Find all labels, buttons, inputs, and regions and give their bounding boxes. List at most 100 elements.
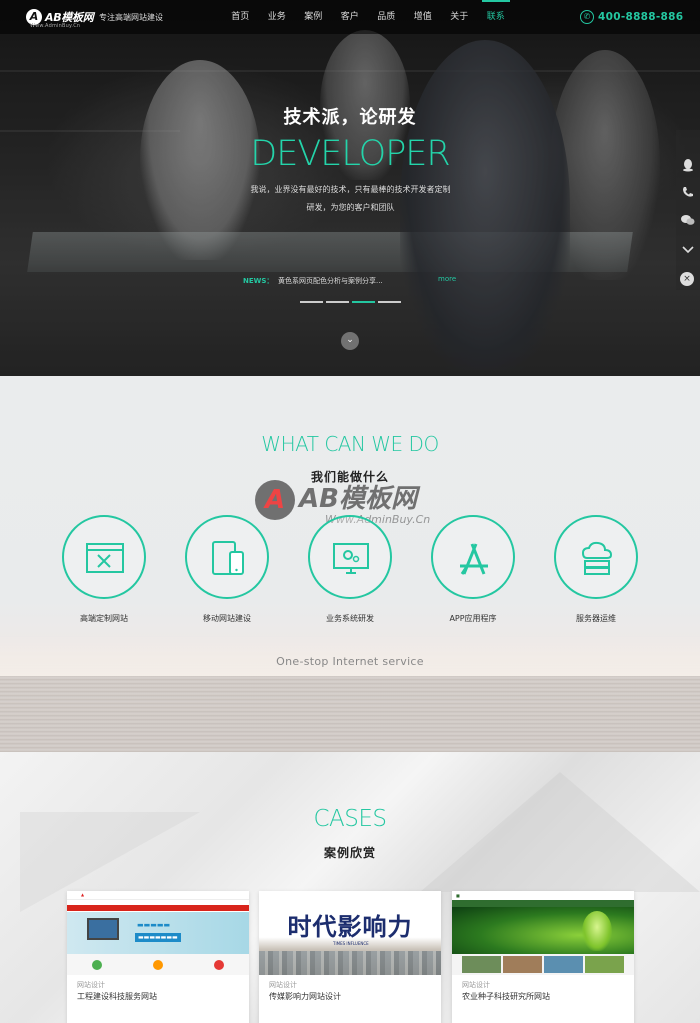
- qq-icon[interactable]: [679, 158, 697, 176]
- thumb-monitor-graphic: [87, 918, 119, 940]
- slider-dot-active[interactable]: [352, 301, 375, 303]
- thumb-city-graphic: [259, 951, 441, 975]
- top-navigation: A AB模板网 Www.AdminBuy.Cn 专注高端网站建设 首页 业务 案…: [0, 0, 700, 34]
- service-item[interactable]: 移动网站建设: [183, 515, 273, 635]
- web-design-icon: [86, 543, 124, 573]
- main-menu: 首页 业务 案例 客户 品质 增值 关于 联系: [222, 0, 514, 34]
- thumb-header: [452, 891, 634, 900]
- thumb-banner: [452, 907, 634, 954]
- service-circle: [431, 515, 515, 599]
- thumb-brand-mark: ▲: [81, 892, 85, 897]
- case-thumbnail: 时代影响力 TIMES INFLUENCE: [259, 891, 441, 975]
- case-category: 网站设计: [77, 981, 105, 989]
- service-item[interactable]: 业务系统研发: [306, 515, 396, 635]
- horizon-background: [0, 636, 700, 752]
- case-title: 工程建设科技服务网站: [77, 992, 157, 1001]
- service-item[interactable]: APP应用程序: [429, 515, 519, 635]
- service-circle: [185, 515, 269, 599]
- services-section: WHAT CAN WE DO 我们能做什么 A AB模板网 Www.AdminB…: [0, 376, 700, 752]
- thumb-subheadline: TIMES INFLUENCE: [333, 941, 369, 946]
- services-title-en: WHAT CAN WE DO: [261, 432, 439, 456]
- cases-section: CASES 案例欣赏 ▲ ▬▬▬▬▬ ▬▬▬▬▬▬▬ 网站设计 工程建设科技服务…: [0, 752, 700, 1023]
- slider-dot[interactable]: [300, 301, 323, 303]
- phone-icon[interactable]: [679, 186, 697, 204]
- thumb-image: [585, 956, 624, 973]
- menu-item-clients[interactable]: 客户: [332, 0, 369, 34]
- logo-subtext: Www.AdminBuy.Cn: [30, 23, 81, 29]
- slider-pagination: [300, 301, 401, 303]
- news-link[interactable]: 黄色系网页配色分析与案例分享...: [278, 276, 383, 286]
- case-category: 网站设计: [462, 981, 490, 989]
- floating-contact-bar: [676, 130, 700, 290]
- service-item[interactable]: 服务器运维: [552, 515, 642, 635]
- mobile-icon: [212, 541, 244, 575]
- service-circle: [308, 515, 392, 599]
- cases-title-cn: 案例欣赏: [323, 846, 376, 860]
- thumb-image: [544, 956, 583, 973]
- service-label: APP应用程序: [449, 614, 497, 623]
- hotline[interactable]: ✆ 400-8888-886: [580, 10, 683, 24]
- menu-item-value-added[interactable]: 增值: [405, 0, 442, 34]
- thumb-icon: [213, 959, 224, 970]
- case-card[interactable]: 时代影响力 TIMES INFLUENCE 网站设计 传媒影响力网站设计: [259, 891, 441, 1023]
- phone-number: 400-8888-886: [598, 11, 684, 23]
- chevron-down-icon[interactable]: [679, 242, 697, 260]
- thumb-image: [462, 956, 501, 973]
- service-label: 移动网站建设: [203, 614, 251, 623]
- watermark-text: AB模板网: [299, 484, 417, 514]
- service-label: 业务系统研发: [326, 614, 374, 623]
- case-title: 农业种子科技研究所网站: [462, 992, 550, 1001]
- scroll-down-icon[interactable]: ⌄: [341, 332, 359, 350]
- thumb-headline-graphic: ▬▬▬▬▬: [137, 921, 171, 929]
- service-circle: [554, 515, 638, 599]
- case-card[interactable]: ▲ ▬▬▬▬▬ ▬▬▬▬▬▬▬ 网站设计 工程建设科技服务网站: [67, 891, 249, 1023]
- thumb-banner: ▬▬▬▬▬ ▬▬▬▬▬▬▬: [67, 912, 249, 954]
- thumb-nav: [67, 905, 249, 911]
- thumb-sprout-graphic: [582, 911, 612, 951]
- app-store-icon: [460, 543, 488, 575]
- system-dev-icon: [333, 543, 369, 574]
- slider-dot[interactable]: [326, 301, 349, 303]
- service-label: 高端定制网站: [80, 614, 128, 623]
- hero-description: 我说，业界没有最好的技术，只有最棒的技术开发者定制研发，为您的客户和团队: [250, 185, 451, 212]
- thumb-nav: [452, 900, 634, 907]
- menu-item-business[interactable]: 业务: [259, 0, 296, 34]
- thumb-icon: [92, 959, 103, 970]
- hero-title: 技术派，论研发: [283, 107, 417, 128]
- site-slogan: 专注高端网站建设: [99, 13, 163, 22]
- menu-item-home[interactable]: 首页: [222, 0, 259, 34]
- menu-item-contact[interactable]: 联系: [478, 0, 515, 34]
- thumb-gallery: [452, 954, 634, 975]
- hero-big-text: DEVELOPER: [250, 134, 450, 174]
- service-circle: [62, 515, 146, 599]
- slider-dot[interactable]: [378, 301, 401, 303]
- case-card[interactable]: ■ 网站设计 农业种子科技研究所网站: [452, 891, 634, 1023]
- thumb-brand-mark: ■: [456, 893, 460, 898]
- hero-banner: A AB模板网 Www.AdminBuy.Cn 专注高端网站建设 首页 业务 案…: [0, 0, 700, 376]
- close-icon[interactable]: ×: [680, 272, 694, 286]
- service-item[interactable]: 高端定制网站: [60, 515, 150, 635]
- page: A AB模板网 Www.AdminBuy.Cn 专注高端网站建设 首页 业务 案…: [0, 0, 700, 1023]
- background-facet: [420, 772, 700, 892]
- thumb-icons: [67, 954, 249, 975]
- phone-icon: ✆: [580, 10, 594, 24]
- menu-item-cases[interactable]: 案例: [295, 0, 332, 34]
- case-thumbnail: ▲ ▬▬▬▬▬ ▬▬▬▬▬▬▬: [67, 891, 249, 975]
- services-tagline: One-stop Internet service: [276, 655, 424, 668]
- watermark-icon: A: [255, 480, 295, 520]
- case-title: 传媒影响力网站设计: [269, 992, 341, 1001]
- thumb-topbar: [67, 891, 249, 900]
- case-category: 网站设计: [269, 981, 297, 989]
- menu-item-quality[interactable]: 品质: [368, 0, 405, 34]
- news-label: NEWS：: [243, 277, 274, 285]
- thumb-image: [503, 956, 542, 973]
- thumb-icon: [152, 959, 163, 970]
- cases-title-en: CASES: [313, 806, 387, 832]
- menu-item-about[interactable]: 关于: [441, 0, 478, 34]
- services-list: 高端定制网站 移动网站建设 业务系统研发 APP应用程序 服务器运维: [60, 515, 660, 635]
- cloud-server-icon: [581, 541, 613, 575]
- news-ticker: NEWS： 黄色系网页配色分析与案例分享... more: [243, 275, 458, 288]
- news-more-link[interactable]: more: [438, 275, 456, 283]
- wechat-icon[interactable]: [679, 214, 697, 232]
- thumb-headline: 时代影响力: [287, 913, 413, 941]
